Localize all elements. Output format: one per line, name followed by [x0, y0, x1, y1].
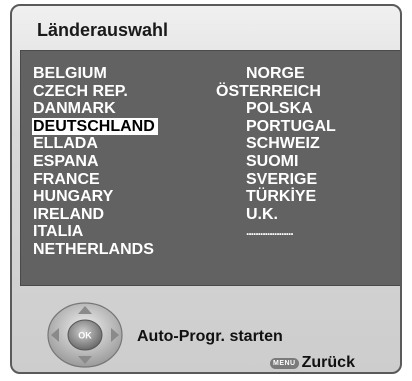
- back-hint[interactable]: MENU Zurück: [270, 354, 355, 372]
- country-list-left: BELGIUM CZECH REP. DANMARK DEUTSCHLAND E…: [32, 65, 158, 259]
- country-item[interactable]: HUNGARY: [33, 188, 158, 206]
- country-item[interactable]: PORTUGAL: [246, 118, 336, 136]
- country-item-more[interactable]: ....................: [246, 223, 336, 241]
- country-item[interactable]: ITALIA: [33, 223, 158, 241]
- back-label: Zurück: [301, 354, 355, 371]
- help-bar: OK Auto-Progr. starten MENU Zurück: [12, 291, 400, 372]
- ok-label: OK: [78, 331, 92, 341]
- country-item[interactable]: ELLADA: [33, 135, 158, 153]
- country-item[interactable]: BELGIUM: [33, 65, 158, 83]
- country-item[interactable]: ESPANA: [33, 153, 158, 171]
- auto-program-hint: Auto-Progr. starten: [137, 328, 283, 345]
- country-item[interactable]: POLSKA: [246, 100, 336, 118]
- country-item[interactable]: IRELAND: [33, 206, 158, 224]
- country-list-panel: BELGIUM CZECH REP. DANMARK DEUTSCHLAND E…: [20, 50, 400, 286]
- country-list-right: NORGE ÖSTERREICH POLSKA PORTUGAL SCHWEIZ…: [216, 65, 336, 241]
- dialog-title: Länderauswahl: [37, 20, 169, 40]
- country-item[interactable]: FRANCE: [33, 171, 158, 189]
- country-item[interactable]: CZECH REP.: [33, 83, 158, 101]
- country-item[interactable]: U.K.: [246, 206, 336, 224]
- country-item[interactable]: NETHERLANDS: [33, 241, 158, 259]
- country-item[interactable]: NORGE: [246, 65, 336, 83]
- menu-key-icon: MENU: [270, 357, 299, 369]
- country-item[interactable]: SCHWEIZ: [246, 135, 336, 153]
- country-item[interactable]: SUOMI: [246, 153, 336, 171]
- country-item-selected[interactable]: DEUTSCHLAND: [32, 117, 158, 136]
- country-selection-dialog: Länderauswahl BELGIUM CZECH REP. DANMARK…: [10, 4, 402, 374]
- country-item[interactable]: ÖSTERREICH: [216, 83, 336, 101]
- country-item[interactable]: SVERIGE: [246, 171, 336, 189]
- country-item[interactable]: TÜRKİYE: [246, 188, 336, 206]
- navigation-pad-icon[interactable]: OK: [46, 301, 124, 369]
- country-item[interactable]: DANMARK: [33, 100, 158, 118]
